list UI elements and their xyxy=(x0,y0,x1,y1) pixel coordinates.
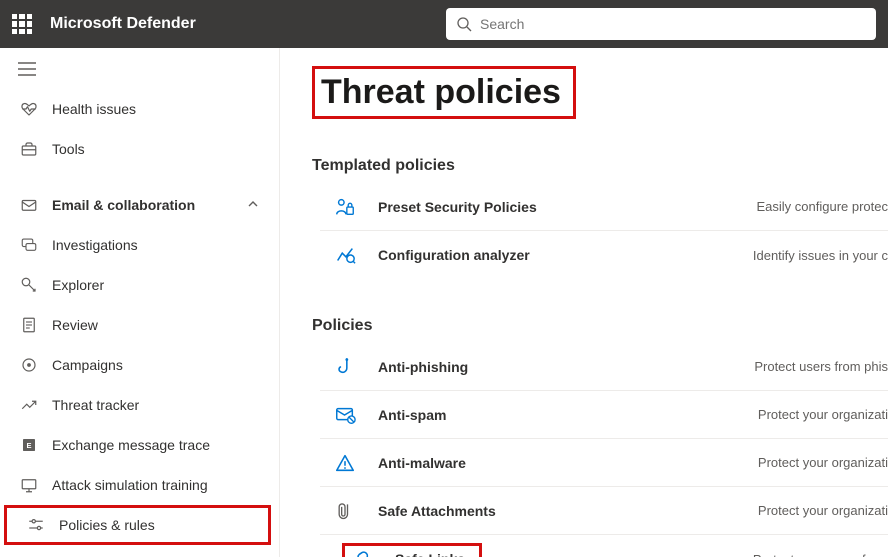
app-launcher-icon[interactable] xyxy=(12,14,32,34)
link-icon xyxy=(351,548,373,557)
policy-row-anti-spam[interactable]: Anti-spam Protect your organizati xyxy=(320,391,888,439)
heart-icon xyxy=(20,100,38,118)
sidebar-item-label: Exchange message trace xyxy=(52,437,210,453)
sidebar-item-label: Tools xyxy=(52,141,85,157)
analyzer-icon xyxy=(334,244,356,266)
policy-desc: Protect your organizati xyxy=(758,503,888,518)
policy-desc: Protect users from phis xyxy=(754,359,888,374)
app-title: Microsoft Defender xyxy=(50,15,196,33)
top-bar: Microsoft Defender xyxy=(0,0,888,48)
main-content: Threat policies Templated policies Prese… xyxy=(280,48,888,557)
search-icon xyxy=(456,16,472,32)
sliders-icon xyxy=(27,516,45,534)
toolbox-icon xyxy=(20,140,38,158)
hunt-icon xyxy=(20,276,38,294)
sidebar-item-attack-sim[interactable]: Attack simulation training xyxy=(0,465,279,505)
policy-desc: Identify issues in your c xyxy=(753,248,888,263)
sidebar-item-health-issues[interactable]: Health issues xyxy=(0,89,279,129)
page-title-highlight: Threat policies xyxy=(312,66,576,119)
policy-row-config-analyzer[interactable]: Configuration analyzer Identify issues i… xyxy=(320,231,888,279)
nav-collapse-button[interactable] xyxy=(0,54,279,89)
policy-name: Anti-malware xyxy=(378,455,698,471)
policy-row-preset-security[interactable]: Preset Security Policies Easily configur… xyxy=(320,183,888,231)
sidebar-item-label: Explorer xyxy=(52,277,104,293)
policy-name: Preset Security Policies xyxy=(378,199,698,215)
chat-icon xyxy=(20,236,38,254)
search-bar[interactable] xyxy=(446,8,876,40)
layout: Health issues Tools Email & collaboratio… xyxy=(0,48,888,557)
sidebar-item-label: Email & collaboration xyxy=(52,197,195,213)
preset-policies-icon xyxy=(334,196,356,218)
document-icon xyxy=(20,316,38,334)
svg-text:E: E xyxy=(26,441,31,450)
sidebar-item-investigations[interactable]: Investigations xyxy=(0,225,279,265)
templated-policies-list: Preset Security Policies Easily configur… xyxy=(320,183,888,279)
sidebar-item-review[interactable]: Review xyxy=(0,305,279,345)
policy-name: Configuration analyzer xyxy=(378,247,698,263)
sidebar-item-threat-tracker[interactable]: Threat tracker xyxy=(0,385,279,425)
sidebar: Health issues Tools Email & collaboratio… xyxy=(0,48,280,557)
target-icon xyxy=(20,356,38,374)
policy-row-safe-links[interactable]: Safe Links Protect your users from xyxy=(320,535,888,557)
attachment-icon xyxy=(334,500,356,522)
policy-row-safe-attachments[interactable]: Safe Attachments Protect your organizati xyxy=(320,487,888,535)
sidebar-item-label: Policies & rules xyxy=(59,517,155,533)
policy-name: Safe Links xyxy=(395,551,465,557)
policy-name: Anti-phishing xyxy=(378,359,698,375)
sidebar-item-exchange-trace[interactable]: E Exchange message trace xyxy=(0,425,279,465)
policy-desc: Easily configure protec xyxy=(756,199,888,214)
sidebar-item-label: Campaigns xyxy=(52,357,123,373)
policy-desc: Protect your organizati xyxy=(758,455,888,470)
sidebar-item-label: Investigations xyxy=(52,237,138,253)
malware-icon xyxy=(334,452,356,474)
sidebar-item-label: Attack simulation training xyxy=(52,477,208,493)
chevron-up-icon xyxy=(247,197,259,213)
policy-row-anti-phishing[interactable]: Anti-phishing Protect users from phis xyxy=(320,343,888,391)
spam-mail-icon xyxy=(334,404,356,426)
policies-list: Anti-phishing Protect users from phis An… xyxy=(320,343,888,557)
policy-name: Anti-spam xyxy=(378,407,698,423)
sidebar-item-label: Threat tracker xyxy=(52,397,139,413)
safe-links-highlight: Safe Links xyxy=(342,543,482,557)
policy-desc: Protect your organizati xyxy=(758,407,888,422)
exchange-icon: E xyxy=(20,436,38,454)
sidebar-item-label: Health issues xyxy=(52,101,136,117)
trend-icon xyxy=(20,396,38,414)
sidebar-item-explorer[interactable]: Explorer xyxy=(0,265,279,305)
sidebar-item-tools[interactable]: Tools xyxy=(0,129,279,169)
sidebar-item-policies-rules[interactable]: Policies & rules xyxy=(4,505,271,545)
phishing-icon xyxy=(334,356,356,378)
policy-desc: Protect your users from xyxy=(753,552,888,557)
mail-icon xyxy=(20,196,38,214)
page-title: Threat policies xyxy=(315,69,573,116)
section-heading-templated: Templated policies xyxy=(312,157,888,175)
section-heading-policies: Policies xyxy=(312,317,888,335)
sidebar-item-label: Review xyxy=(52,317,98,333)
search-input[interactable] xyxy=(480,16,866,32)
board-icon xyxy=(20,476,38,494)
policy-row-anti-malware[interactable]: Anti-malware Protect your organizati xyxy=(320,439,888,487)
policy-name: Safe Attachments xyxy=(378,503,698,519)
sidebar-section-email-collab[interactable]: Email & collaboration xyxy=(0,185,279,225)
sidebar-item-campaigns[interactable]: Campaigns xyxy=(0,345,279,385)
